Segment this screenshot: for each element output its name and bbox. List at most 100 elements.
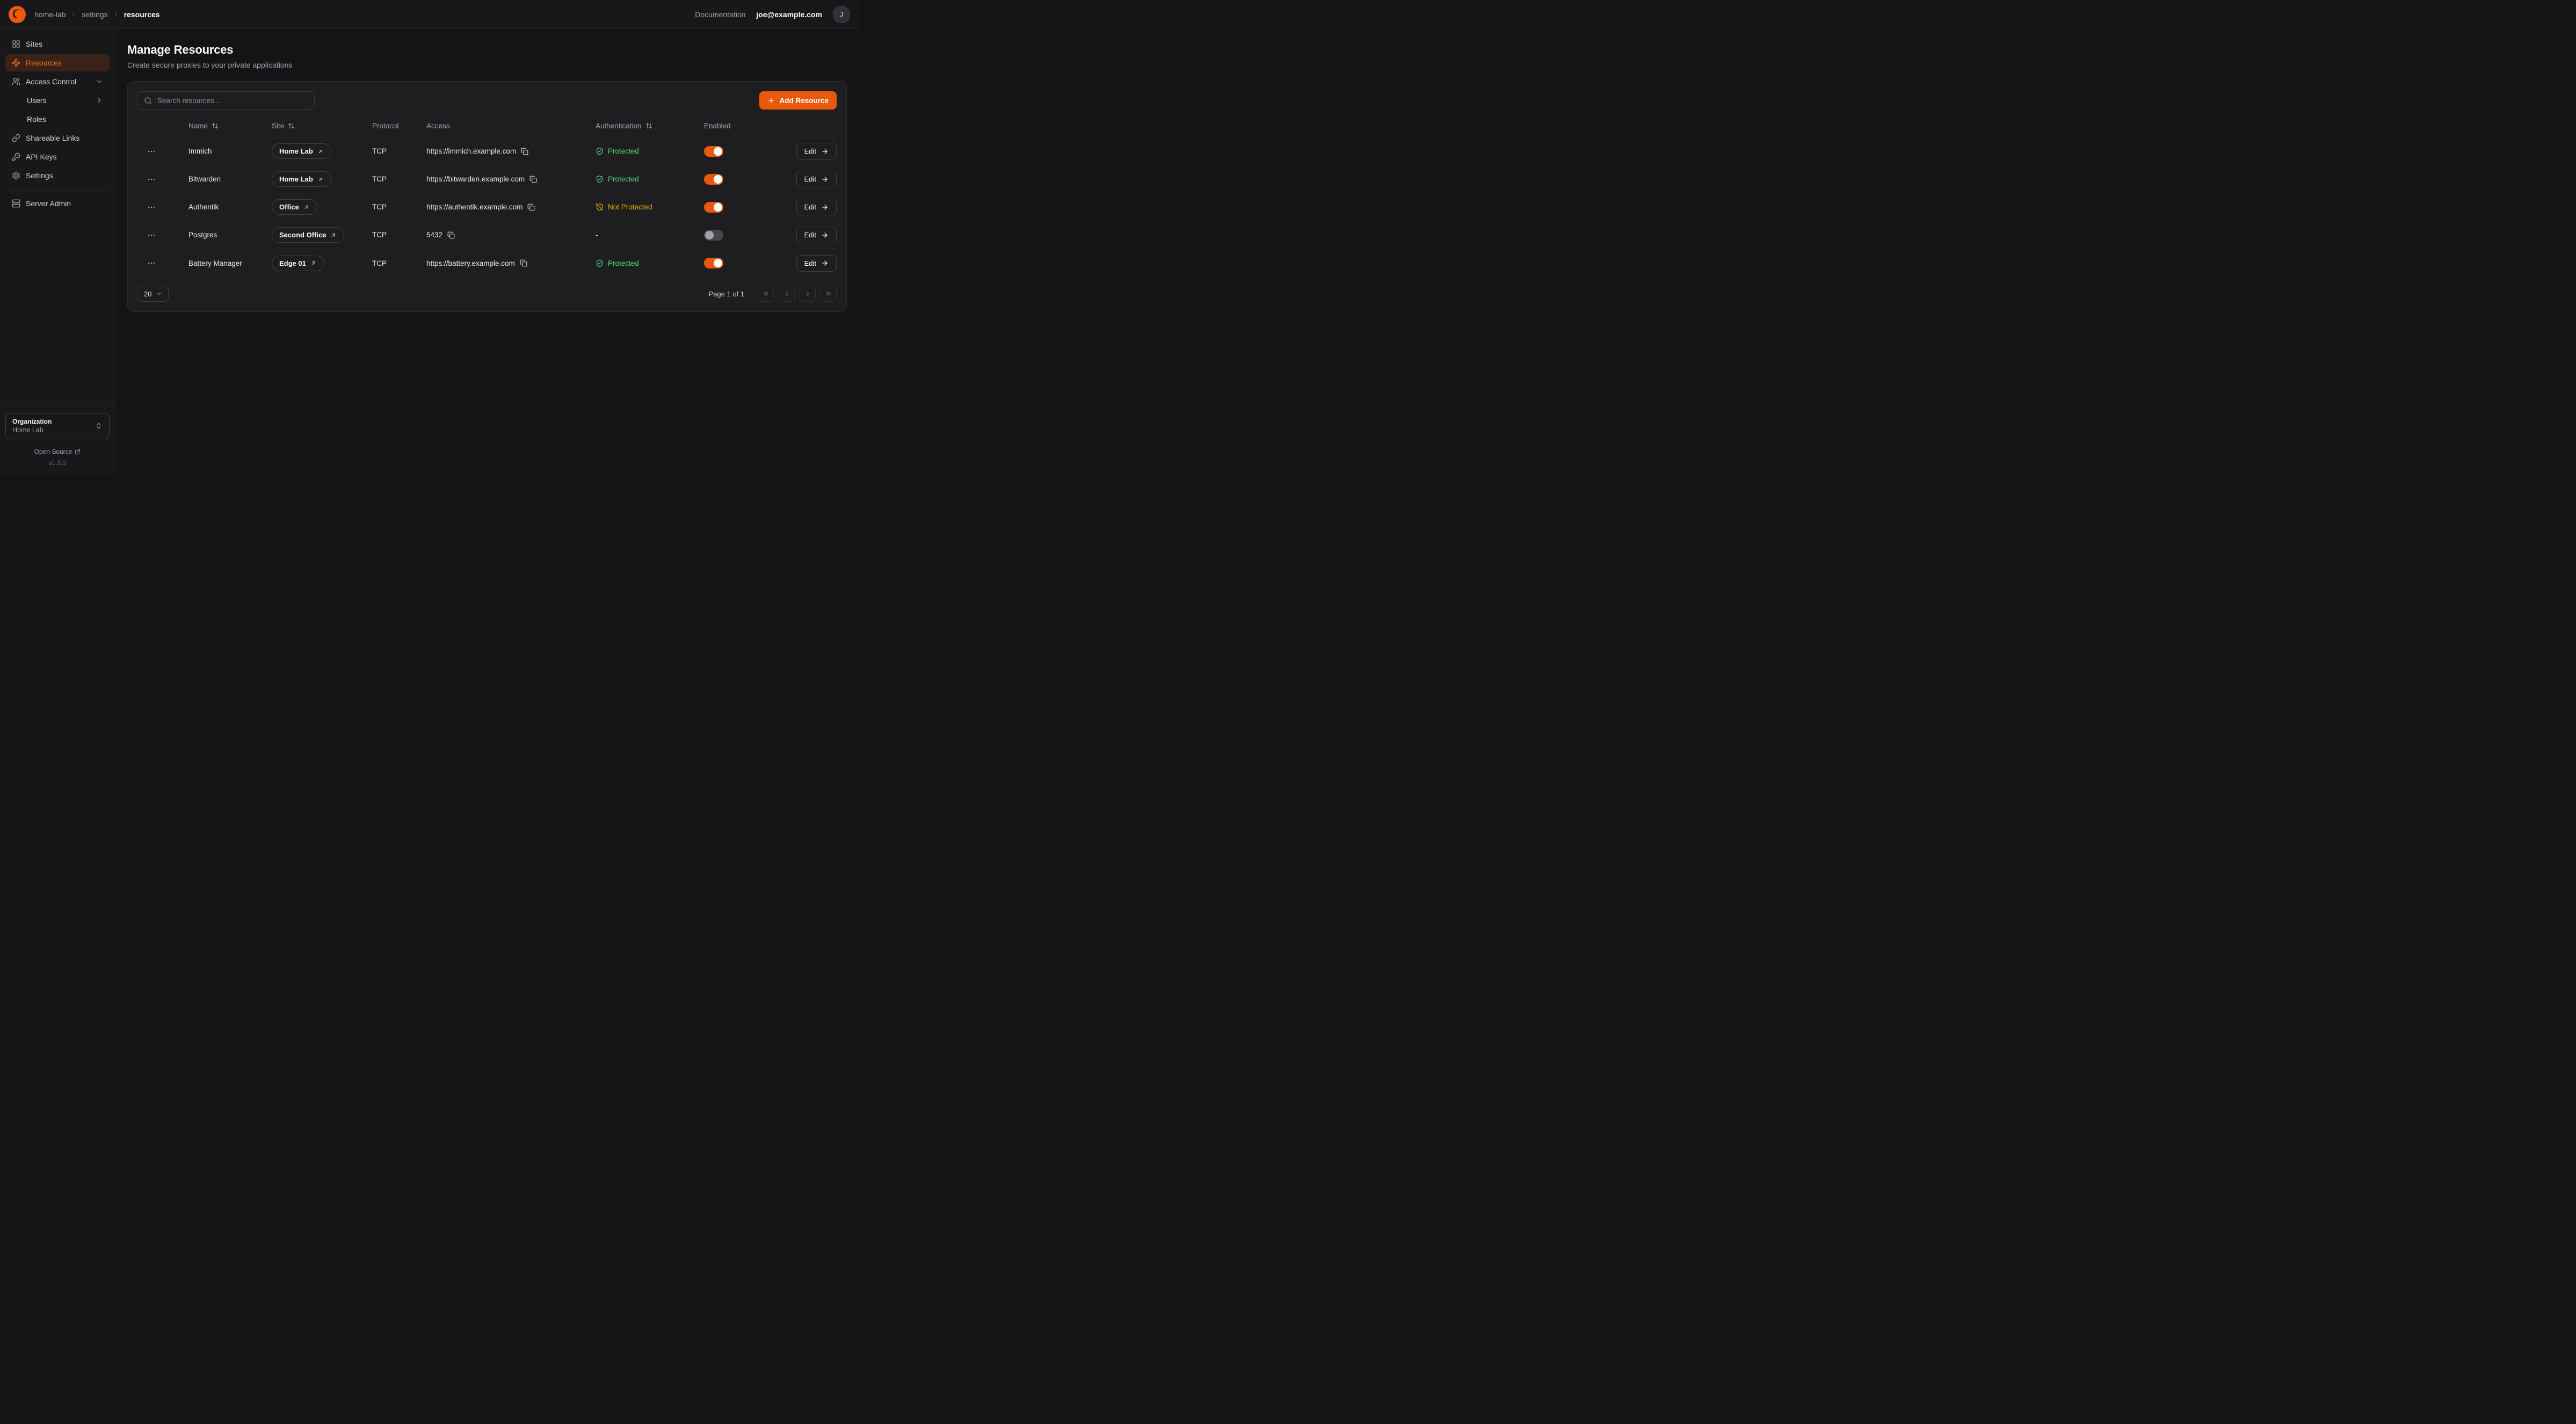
authentication-status: Protected bbox=[596, 175, 639, 183]
shield-check-icon bbox=[596, 259, 604, 267]
chevrons-left-icon bbox=[762, 290, 770, 297]
site-name: Second Office bbox=[279, 231, 326, 239]
authentication-status: Protected bbox=[596, 147, 639, 155]
row-menu-button[interactable] bbox=[146, 174, 157, 185]
plus-icon bbox=[767, 97, 775, 104]
row-menu-button[interactable] bbox=[146, 202, 157, 213]
app-logo[interactable] bbox=[9, 6, 26, 23]
shield-check-icon bbox=[596, 147, 604, 155]
copy-icon[interactable] bbox=[520, 259, 527, 267]
ellipsis-icon bbox=[147, 175, 156, 184]
external-link-icon bbox=[75, 449, 81, 455]
user-email[interactable]: joe@example.com bbox=[756, 10, 822, 19]
search-input[interactable] bbox=[156, 96, 308, 105]
organization-label: Organization bbox=[12, 417, 52, 426]
edit-label: Edit bbox=[804, 203, 816, 211]
access-value: 5432 bbox=[426, 231, 442, 239]
sidebar-bottom: Organization Home Lab Open Source v1.3.0 bbox=[0, 405, 115, 469]
sort-icon bbox=[212, 122, 219, 129]
enabled-toggle[interactable] bbox=[704, 230, 723, 241]
table-body: Immich Home Lab TCP https://immich.examp… bbox=[137, 137, 837, 277]
edit-button[interactable]: Edit bbox=[796, 199, 837, 215]
table-row: Bitwarden Home Lab TCP https://bitwarden… bbox=[137, 165, 837, 193]
edit-label: Edit bbox=[804, 231, 816, 239]
site-name: Office bbox=[279, 203, 299, 211]
row-menu-button[interactable] bbox=[146, 146, 157, 157]
sidebar-item-server-admin[interactable]: Server Admin bbox=[5, 195, 110, 212]
search-icon bbox=[144, 97, 152, 105]
arrow-up-right-icon bbox=[317, 148, 324, 155]
open-source-label: Open Source bbox=[34, 448, 72, 455]
sidebar-item-roles[interactable]: Roles bbox=[5, 111, 110, 128]
copy-icon[interactable] bbox=[447, 231, 455, 239]
ellipsis-icon bbox=[147, 203, 156, 212]
breadcrumb-resources: resources bbox=[124, 10, 160, 19]
users-icon bbox=[12, 77, 20, 86]
resource-name: Battery Manager bbox=[188, 259, 272, 267]
sidebar-item-label: Users bbox=[27, 96, 47, 105]
add-resource-button[interactable]: Add Resource bbox=[759, 91, 837, 110]
edit-button[interactable]: Edit bbox=[796, 255, 837, 272]
resource-name: Postgres bbox=[188, 231, 272, 239]
enabled-toggle[interactable] bbox=[704, 258, 723, 268]
sidebar-item-sites[interactable]: Sites bbox=[5, 35, 110, 53]
row-menu-button[interactable] bbox=[146, 230, 157, 241]
resources-toolbar: Add Resource bbox=[137, 91, 837, 110]
site-link[interactable]: Office bbox=[272, 199, 317, 215]
header-authentication[interactable]: Authentication bbox=[596, 122, 652, 130]
open-source-link[interactable]: Open Source bbox=[5, 448, 110, 455]
app-version: v1.3.0 bbox=[5, 460, 110, 467]
enabled-toggle[interactable] bbox=[704, 174, 723, 185]
page-size-select[interactable]: 20 bbox=[137, 286, 169, 302]
toggle-knob bbox=[714, 175, 722, 184]
previous-page-button[interactable] bbox=[779, 286, 795, 302]
avatar[interactable]: J bbox=[833, 6, 850, 23]
arrow-right-icon bbox=[821, 176, 829, 183]
sidebar-item-label: API Keys bbox=[26, 152, 57, 161]
sidebar-item-settings[interactable]: Settings bbox=[5, 167, 110, 184]
site-link[interactable]: Edge 01 bbox=[272, 256, 324, 271]
edit-button[interactable]: Edit bbox=[796, 143, 837, 159]
authentication-label: - bbox=[596, 231, 598, 239]
breadcrumb-settings[interactable]: settings bbox=[82, 10, 107, 19]
topbar: home-lab settings resources Documentatio… bbox=[0, 0, 859, 29]
enabled-toggle[interactable] bbox=[704, 202, 723, 213]
copy-icon[interactable] bbox=[527, 204, 535, 211]
arrow-right-icon bbox=[821, 259, 829, 267]
sidebar-item-label: Shareable Links bbox=[26, 134, 79, 142]
sort-icon bbox=[645, 122, 652, 129]
sidebar-item-label: Access Control bbox=[26, 77, 76, 86]
enabled-toggle[interactable] bbox=[704, 146, 723, 157]
authentication-status: - bbox=[596, 231, 598, 239]
sidebar-item-users[interactable]: Users bbox=[5, 92, 110, 109]
organization-selector[interactable]: Organization Home Lab bbox=[5, 413, 110, 439]
access-value: https://authentik.example.com bbox=[426, 203, 523, 211]
last-page-button[interactable] bbox=[821, 286, 837, 302]
header-site[interactable]: Site bbox=[272, 122, 295, 130]
breadcrumb-home-lab[interactable]: home-lab bbox=[34, 10, 66, 19]
copy-icon[interactable] bbox=[529, 176, 537, 183]
shield-off-icon bbox=[596, 203, 604, 211]
site-link[interactable]: Home Lab bbox=[272, 171, 331, 187]
authentication-label: Not Protected bbox=[608, 203, 652, 211]
toggle-knob bbox=[714, 147, 722, 156]
site-link[interactable]: Second Office bbox=[272, 227, 344, 243]
sidebar-item-label: Server Admin bbox=[26, 199, 71, 208]
row-menu-button[interactable] bbox=[146, 258, 157, 268]
sidebar-item-api-keys[interactable]: API Keys bbox=[5, 148, 110, 165]
chevrons-up-down-icon bbox=[95, 422, 103, 430]
copy-icon[interactable] bbox=[521, 148, 528, 155]
site-link[interactable]: Home Lab bbox=[272, 143, 331, 159]
sidebar-item-shareable-links[interactable]: Shareable Links bbox=[5, 129, 110, 147]
edit-button[interactable]: Edit bbox=[796, 227, 837, 243]
next-page-button[interactable] bbox=[800, 286, 816, 302]
header-name[interactable]: Name bbox=[188, 122, 219, 130]
sidebar-item-access-control[interactable]: Access Control bbox=[5, 73, 110, 90]
protocol-value: TCP bbox=[372, 259, 426, 267]
topbar-right: Documentation joe@example.com J bbox=[695, 6, 850, 23]
edit-button[interactable]: Edit bbox=[796, 171, 837, 187]
documentation-link[interactable]: Documentation bbox=[695, 10, 745, 19]
first-page-button[interactable] bbox=[758, 286, 774, 302]
sidebar-item-resources[interactable]: Resources bbox=[5, 54, 110, 71]
protocol-value: TCP bbox=[372, 203, 426, 211]
